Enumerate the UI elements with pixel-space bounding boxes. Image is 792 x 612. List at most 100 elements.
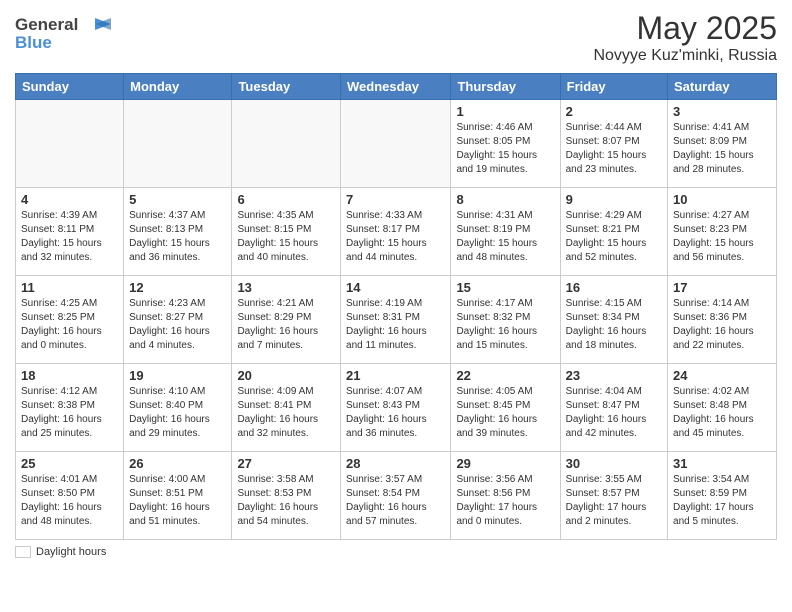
day-number: 10 (673, 192, 771, 207)
day-info: Sunrise: 4:12 AM Sunset: 8:38 PM Dayligh… (21, 385, 118, 441)
header: General Blue May 2025 Novyye Kuz'minki, … (15, 10, 777, 65)
day-info: Sunrise: 3:58 AM Sunset: 8:53 PM Dayligh… (237, 473, 335, 529)
day-number: 11 (21, 280, 118, 295)
calendar-cell: 7 Sunrise: 4:33 AM Sunset: 8:17 PM Daylig… (341, 188, 451, 276)
calendar-cell (341, 100, 451, 188)
calendar-header-friday: Friday (560, 74, 667, 100)
calendar-cell: 1 Sunrise: 4:46 AM Sunset: 8:05 PM Daylig… (451, 100, 560, 188)
calendar-week-4: 18 Sunrise: 4:12 AM Sunset: 8:38 PM Dayli… (16, 364, 777, 452)
day-info: Sunrise: 4:41 AM Sunset: 8:09 PM Dayligh… (673, 121, 771, 177)
title-block: May 2025 Novyye Kuz'minki, Russia (593, 10, 777, 65)
day-info: Sunrise: 3:57 AM Sunset: 8:54 PM Dayligh… (346, 473, 445, 529)
day-number: 29 (456, 456, 554, 471)
calendar-cell: 3 Sunrise: 4:41 AM Sunset: 8:09 PM Daylig… (668, 100, 777, 188)
day-number: 15 (456, 280, 554, 295)
calendar-header-thursday: Thursday (451, 74, 560, 100)
day-info: Sunrise: 4:05 AM Sunset: 8:45 PM Dayligh… (456, 385, 554, 441)
day-info: Sunrise: 4:29 AM Sunset: 8:21 PM Dayligh… (566, 209, 662, 265)
day-info: Sunrise: 4:25 AM Sunset: 8:25 PM Dayligh… (21, 297, 118, 353)
page: General Blue May 2025 Novyye Kuz'minki, … (0, 0, 792, 612)
calendar-cell: 23 Sunrise: 4:04 AM Sunset: 8:47 PM Dayli… (560, 364, 667, 452)
day-number: 17 (673, 280, 771, 295)
calendar-cell: 30Sunrise: 3:55 AM Sunset: 8:57 PM Dayli… (560, 452, 667, 540)
day-info: Sunrise: 4:21 AM Sunset: 8:29 PM Dayligh… (237, 297, 335, 353)
day-info: Sunrise: 4:04 AM Sunset: 8:47 PM Dayligh… (566, 385, 662, 441)
legend: Daylight hours (15, 546, 777, 558)
day-number: 24 (673, 368, 771, 383)
calendar-cell: 28 Sunrise: 3:57 AM Sunset: 8:54 PM Dayli… (341, 452, 451, 540)
day-number: 3 (673, 104, 771, 119)
calendar-cell: 11 Sunrise: 4:25 AM Sunset: 8:25 PM Dayli… (16, 276, 124, 364)
calendar-cell: 26Sunrise: 4:00 AM Sunset: 8:51 PM Dayli… (124, 452, 232, 540)
day-info: Sunrise: 4:35 AM Sunset: 8:15 PM Dayligh… (237, 209, 335, 265)
calendar-cell: 24 Sunrise: 4:02 AM Sunset: 8:48 PM Dayli… (668, 364, 777, 452)
calendar-cell: 17 Sunrise: 4:14 AM Sunset: 8:36 PM Dayli… (668, 276, 777, 364)
day-info: Sunrise: 4:46 AM Sunset: 8:05 PM Dayligh… (456, 121, 554, 177)
day-number: 5 (129, 192, 226, 207)
calendar-cell: 27 Sunrise: 3:58 AM Sunset: 8:53 PM Dayli… (232, 452, 341, 540)
day-info: Sunrise: 4:39 AM Sunset: 8:11 PM Dayligh… (21, 209, 118, 265)
calendar-cell: 4 Sunrise: 4:39 AM Sunset: 8:11 PM Daylig… (16, 188, 124, 276)
day-number: 1 (456, 104, 554, 119)
day-number: 21 (346, 368, 445, 383)
day-info: Sunrise: 4:31 AM Sunset: 8:19 PM Dayligh… (456, 209, 554, 265)
day-number: 7 (346, 192, 445, 207)
day-number: 9 (566, 192, 662, 207)
main-title: May 2025 (593, 10, 777, 47)
calendar-cell: 18 Sunrise: 4:12 AM Sunset: 8:38 PM Dayli… (16, 364, 124, 452)
day-number: 16 (566, 280, 662, 295)
day-info: Sunrise: 3:56 AM Sunset: 8:56 PM Dayligh… (456, 473, 554, 529)
day-info: Sunrise: 4:09 AM Sunset: 8:41 PM Dayligh… (237, 385, 335, 441)
day-number: 20 (237, 368, 335, 383)
calendar-cell: 22 Sunrise: 4:05 AM Sunset: 8:45 PM Dayli… (451, 364, 560, 452)
calendar-cell: 2Sunrise: 4:44 AM Sunset: 8:07 PM Daylig… (560, 100, 667, 188)
day-number: 18 (21, 368, 118, 383)
day-info: Sunrise: 4:07 AM Sunset: 8:43 PM Dayligh… (346, 385, 445, 441)
day-number: 6 (237, 192, 335, 207)
calendar-cell: 8 Sunrise: 4:31 AM Sunset: 8:19 PM Daylig… (451, 188, 560, 276)
calendar-cell: 9 Sunrise: 4:29 AM Sunset: 8:21 PM Daylig… (560, 188, 667, 276)
day-number: 30 (566, 456, 662, 471)
day-info: Sunrise: 4:33 AM Sunset: 8:17 PM Dayligh… (346, 209, 445, 265)
day-info: Sunrise: 4:19 AM Sunset: 8:31 PM Dayligh… (346, 297, 445, 353)
day-info: Sunrise: 4:14 AM Sunset: 8:36 PM Dayligh… (673, 297, 771, 353)
day-number: 25 (21, 456, 118, 471)
day-number: 8 (456, 192, 554, 207)
day-info: Sunrise: 4:00 AM Sunset: 8:51 PM Dayligh… (129, 473, 226, 529)
subtitle: Novyye Kuz'minki, Russia (593, 47, 777, 65)
calendar-week-5: 25 Sunrise: 4:01 AM Sunset: 8:50 PM Dayli… (16, 452, 777, 540)
day-number: 27 (237, 456, 335, 471)
calendar-cell (232, 100, 341, 188)
day-number: 19 (129, 368, 226, 383)
calendar-header-row: SundayMondayTuesdayWednesdayThursdayFrid… (16, 74, 777, 100)
calendar-cell: 15 Sunrise: 4:17 AM Sunset: 8:32 PM Dayli… (451, 276, 560, 364)
calendar-week-2: 4 Sunrise: 4:39 AM Sunset: 8:11 PM Daylig… (16, 188, 777, 276)
calendar-cell: 20 Sunrise: 4:09 AM Sunset: 8:41 PM Dayli… (232, 364, 341, 452)
day-number: 22 (456, 368, 554, 383)
day-number: 28 (346, 456, 445, 471)
calendar-header-saturday: Saturday (668, 74, 777, 100)
calendar-cell: 31Sunrise: 3:54 AM Sunset: 8:59 PM Dayli… (668, 452, 777, 540)
day-info: Sunrise: 4:01 AM Sunset: 8:50 PM Dayligh… (21, 473, 118, 529)
calendar-cell: 5Sunrise: 4:37 AM Sunset: 8:13 PM Daylig… (124, 188, 232, 276)
day-info: Sunrise: 3:54 AM Sunset: 8:59 PM Dayligh… (673, 473, 771, 529)
logo: General Blue (15, 10, 125, 57)
day-number: 23 (566, 368, 662, 383)
legend-box (15, 546, 31, 558)
day-number: 12 (129, 280, 226, 295)
day-info: Sunrise: 4:02 AM Sunset: 8:48 PM Dayligh… (673, 385, 771, 441)
day-info: Sunrise: 4:44 AM Sunset: 8:07 PM Dayligh… (566, 121, 662, 177)
day-number: 4 (21, 192, 118, 207)
calendar-cell: 21 Sunrise: 4:07 AM Sunset: 8:43 PM Dayli… (341, 364, 451, 452)
day-number: 14 (346, 280, 445, 295)
calendar-header-wednesday: Wednesday (341, 74, 451, 100)
calendar-cell: 13Sunrise: 4:21 AM Sunset: 8:29 PM Dayli… (232, 276, 341, 364)
calendar-cell (16, 100, 124, 188)
calendar-cell: 25 Sunrise: 4:01 AM Sunset: 8:50 PM Dayli… (16, 452, 124, 540)
calendar-cell: 29 Sunrise: 3:56 AM Sunset: 8:56 PM Dayli… (451, 452, 560, 540)
day-info: Sunrise: 4:15 AM Sunset: 8:34 PM Dayligh… (566, 297, 662, 353)
calendar-cell: 12Sunrise: 4:23 AM Sunset: 8:27 PM Dayli… (124, 276, 232, 364)
svg-text:General: General (15, 15, 78, 34)
day-info: Sunrise: 4:17 AM Sunset: 8:32 PM Dayligh… (456, 297, 554, 353)
calendar-cell (124, 100, 232, 188)
